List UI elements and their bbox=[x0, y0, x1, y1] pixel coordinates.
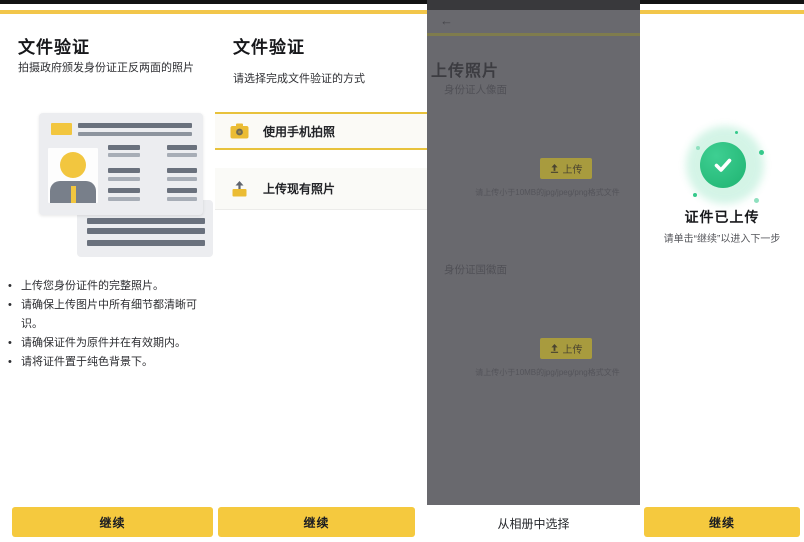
option-label: 上传现有照片 bbox=[263, 180, 335, 197]
instruction-text: 请确保证件为原件并在有效期内。 bbox=[21, 337, 186, 349]
instruction-text: 上传您身份证件的完整照片。 bbox=[21, 280, 164, 292]
field-value-bar bbox=[167, 177, 197, 181]
upload-box-icon bbox=[230, 181, 249, 197]
continue-button[interactable]: 继续 bbox=[12, 507, 213, 537]
back-arrow-icon[interactable]: ← bbox=[440, 14, 453, 28]
status-bar bbox=[427, 0, 640, 10]
field-value-bar bbox=[108, 197, 140, 201]
field-label-bar bbox=[167, 168, 197, 173]
instruction-item: 请将证件置于纯色背景下。 bbox=[8, 353, 208, 372]
field-value-bar bbox=[167, 197, 197, 201]
decor-dot bbox=[696, 146, 700, 150]
upload-button-label: 上传 bbox=[563, 341, 583, 356]
success-check-icon bbox=[700, 142, 746, 188]
upload-page-title: 上传照片 bbox=[431, 57, 499, 81]
field-label-bar bbox=[108, 145, 140, 150]
text-stripe bbox=[87, 240, 205, 246]
field-label-bar bbox=[108, 168, 140, 173]
success-title: 证件已上传 bbox=[640, 207, 804, 227]
field-value-bar bbox=[167, 153, 197, 157]
upload-button-label: 上传 bbox=[563, 161, 583, 176]
upload-hint: 请上传小于10MB的jpg/jpeg/png格式文件 bbox=[457, 367, 638, 378]
portrait-photo bbox=[48, 148, 98, 203]
section-label-id-front: 身份证人像面 bbox=[444, 82, 507, 97]
continue-button[interactable]: 继续 bbox=[218, 507, 415, 537]
check-mark bbox=[710, 152, 736, 178]
decor-dot bbox=[735, 131, 738, 134]
panel-upload-success: 证件已上传 请单击“继续”以进入下一步 继续 bbox=[640, 0, 804, 542]
instruction-text: 请确保上传图片中所有细节都清晰可识。 bbox=[21, 299, 197, 330]
card-header-line bbox=[78, 123, 192, 128]
id-card-front bbox=[39, 113, 203, 215]
field-label-bar bbox=[167, 188, 197, 193]
option-upload-existing[interactable]: 上传现有照片 bbox=[215, 168, 427, 210]
option-take-photo[interactable]: 使用手机拍照 bbox=[215, 112, 427, 150]
page-subtitle: 请选择完成文件验证的方式 bbox=[233, 70, 365, 86]
upload-photo-page-dimmed: ← 上传照片 身份证人像面 上传 请上传小于10MB的jpg/jpeg/png格… bbox=[427, 0, 640, 505]
panel-verification-intro: 文件验证 拍摄政府颁发身份证正反两面的照片 bbox=[0, 0, 215, 542]
upload-hint: 请上传小于10MB的jpg/jpeg/png格式文件 bbox=[457, 187, 638, 198]
decor-dot bbox=[693, 193, 697, 197]
decor-dot bbox=[754, 198, 759, 203]
field-value-bar bbox=[108, 177, 140, 181]
camera-icon bbox=[230, 123, 249, 139]
option-label: 使用手机拍照 bbox=[263, 123, 335, 140]
instruction-list: 上传您身份证件的完整照片。 请确保上传图片中所有细节都清晰可识。 请确保证件为原… bbox=[8, 277, 208, 372]
card-header-line bbox=[78, 132, 192, 136]
person-head bbox=[60, 152, 86, 178]
instruction-item: 请确保上传图片中所有细节都清晰可识。 bbox=[8, 296, 208, 334]
upload-front-button[interactable]: 上传 bbox=[540, 158, 592, 179]
field-label-bar bbox=[167, 145, 197, 150]
field-label-bar bbox=[108, 188, 140, 193]
action-sheet-choose-from-album[interactable]: 从相册中选择 bbox=[427, 505, 640, 542]
panel-upload-photo-modal: ← 上传照片 身份证人像面 上传 请上传小于10MB的jpg/jpeg/png格… bbox=[427, 0, 640, 542]
instruction-item: 请确保证件为原件并在有效期内。 bbox=[8, 334, 208, 353]
instruction-item: 上传您身份证件的完整照片。 bbox=[8, 277, 208, 296]
id-card-illustration bbox=[0, 0, 215, 275]
upload-back-button[interactable]: 上传 bbox=[540, 338, 592, 359]
card-emblem bbox=[51, 123, 72, 135]
upload-arrow-icon bbox=[550, 164, 559, 173]
text-stripe bbox=[87, 228, 205, 234]
decor-dot bbox=[759, 150, 764, 155]
field-value-bar bbox=[108, 153, 140, 157]
panel-choose-method: 文件验证 请选择完成文件验证的方式 使用手机拍照 上传现有照片 继续 bbox=[215, 0, 427, 542]
success-subtitle: 请单击“继续”以进入下一步 bbox=[640, 230, 804, 245]
upload-arrow-icon bbox=[550, 344, 559, 353]
section-label-id-back: 身份证国徽面 bbox=[444, 262, 507, 277]
accent-line-dimmed bbox=[427, 33, 640, 36]
continue-button[interactable]: 继续 bbox=[644, 507, 800, 537]
page-title: 文件验证 bbox=[233, 33, 305, 58]
person-tie bbox=[71, 186, 76, 203]
instruction-text: 请将证件置于纯色背景下。 bbox=[21, 356, 153, 368]
kyc-document-verification-flow: 文件验证 拍摄政府颁发身份证正反两面的照片 bbox=[0, 0, 804, 542]
text-stripe bbox=[87, 218, 205, 224]
